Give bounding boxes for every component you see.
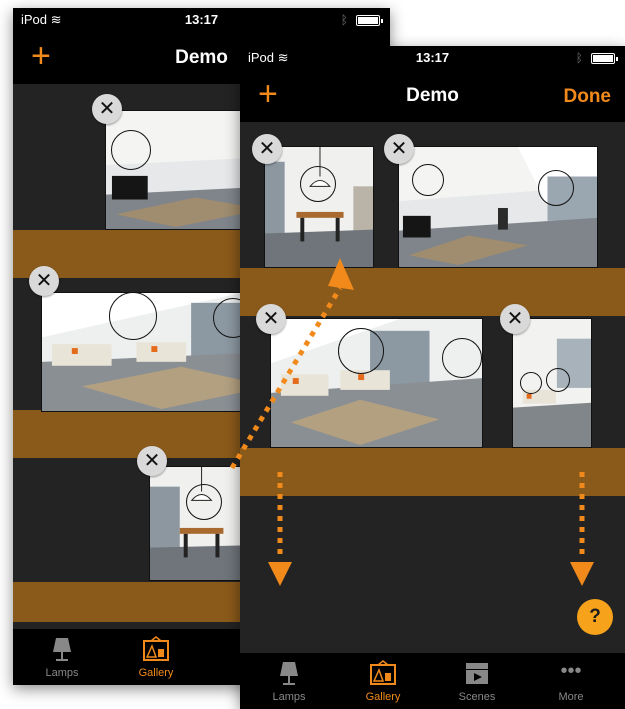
help-button[interactable]: ?: [577, 599, 613, 635]
status-bar: iPod ≋ 13:17 ᛒ: [13, 8, 390, 32]
lamp-marker[interactable]: [300, 166, 336, 202]
gallery-icon: [370, 660, 396, 685]
status-bar: iPod ≋ 13:17 ᛒ: [240, 46, 625, 70]
bluetooth-icon: ᛒ: [575, 51, 583, 65]
status-right: ᛒ: [575, 51, 618, 65]
tab-label: More: [558, 691, 584, 703]
tab-gallery[interactable]: Gallery: [338, 653, 428, 709]
lamp-marker[interactable]: [186, 484, 222, 520]
phone-screen-editing: iPod ≋ 13:17 ᛒ + Demo Done ✕ ✕ ✕ ✕ ? Lam…: [240, 46, 625, 709]
gallery-icon: [143, 636, 169, 661]
done-button[interactable]: Done: [564, 86, 612, 108]
tab-bar: Lamps Gallery Scenes ••• More: [240, 653, 625, 709]
remove-photo-button[interactable]: ✕: [256, 304, 286, 334]
lamp-marker[interactable]: [338, 328, 384, 374]
gallery-shelf: [240, 268, 625, 316]
lamp-marker[interactable]: [111, 130, 151, 170]
remove-photo-button[interactable]: ✕: [137, 446, 167, 476]
lamp-marker[interactable]: [442, 338, 482, 378]
tab-scenes[interactable]: Scenes: [432, 653, 522, 709]
lamp-icon: [280, 662, 298, 685]
lamp-marker[interactable]: [520, 372, 542, 394]
remove-photo-button[interactable]: ✕: [29, 266, 59, 296]
dining-photo-image: [265, 147, 373, 267]
tab-more[interactable]: ••• More: [526, 653, 616, 709]
remove-photo-button[interactable]: ✕: [92, 94, 122, 124]
status-time: 13:17: [184, 12, 219, 27]
tab-gallery[interactable]: Gallery: [111, 629, 201, 685]
status-right: ᛒ: [340, 13, 383, 27]
gallery-shelf: [240, 448, 625, 496]
lamp-marker[interactable]: [109, 292, 157, 340]
dining-photo[interactable]: [264, 146, 374, 268]
remove-photo-button[interactable]: ✕: [252, 134, 282, 164]
tab-label: Scenes: [458, 691, 496, 703]
battery-icon: [356, 14, 383, 26]
lamp-marker[interactable]: [538, 170, 574, 206]
remove-photo-button[interactable]: ✕: [500, 304, 530, 334]
lamp-marker[interactable]: [412, 164, 444, 196]
remove-photo-button[interactable]: ✕: [384, 134, 414, 164]
bluetooth-icon: ᛒ: [340, 13, 348, 27]
lamp-marker[interactable]: [546, 368, 570, 392]
tab-label: Gallery: [365, 691, 401, 703]
nav-bar: + Demo Done: [240, 70, 625, 122]
status-time: 13:17: [415, 50, 450, 65]
more-icon: •••: [560, 660, 582, 682]
tab-label: Gallery: [138, 667, 174, 679]
scenes-icon: [466, 663, 488, 684]
tab-label: Lamps: [45, 667, 79, 679]
tab-lamps[interactable]: Lamps: [17, 629, 107, 685]
tab-lamps[interactable]: Lamps: [244, 653, 334, 709]
lamp-icon: [53, 638, 71, 661]
battery-icon: [591, 52, 618, 64]
tab-label: Lamps: [272, 691, 306, 703]
